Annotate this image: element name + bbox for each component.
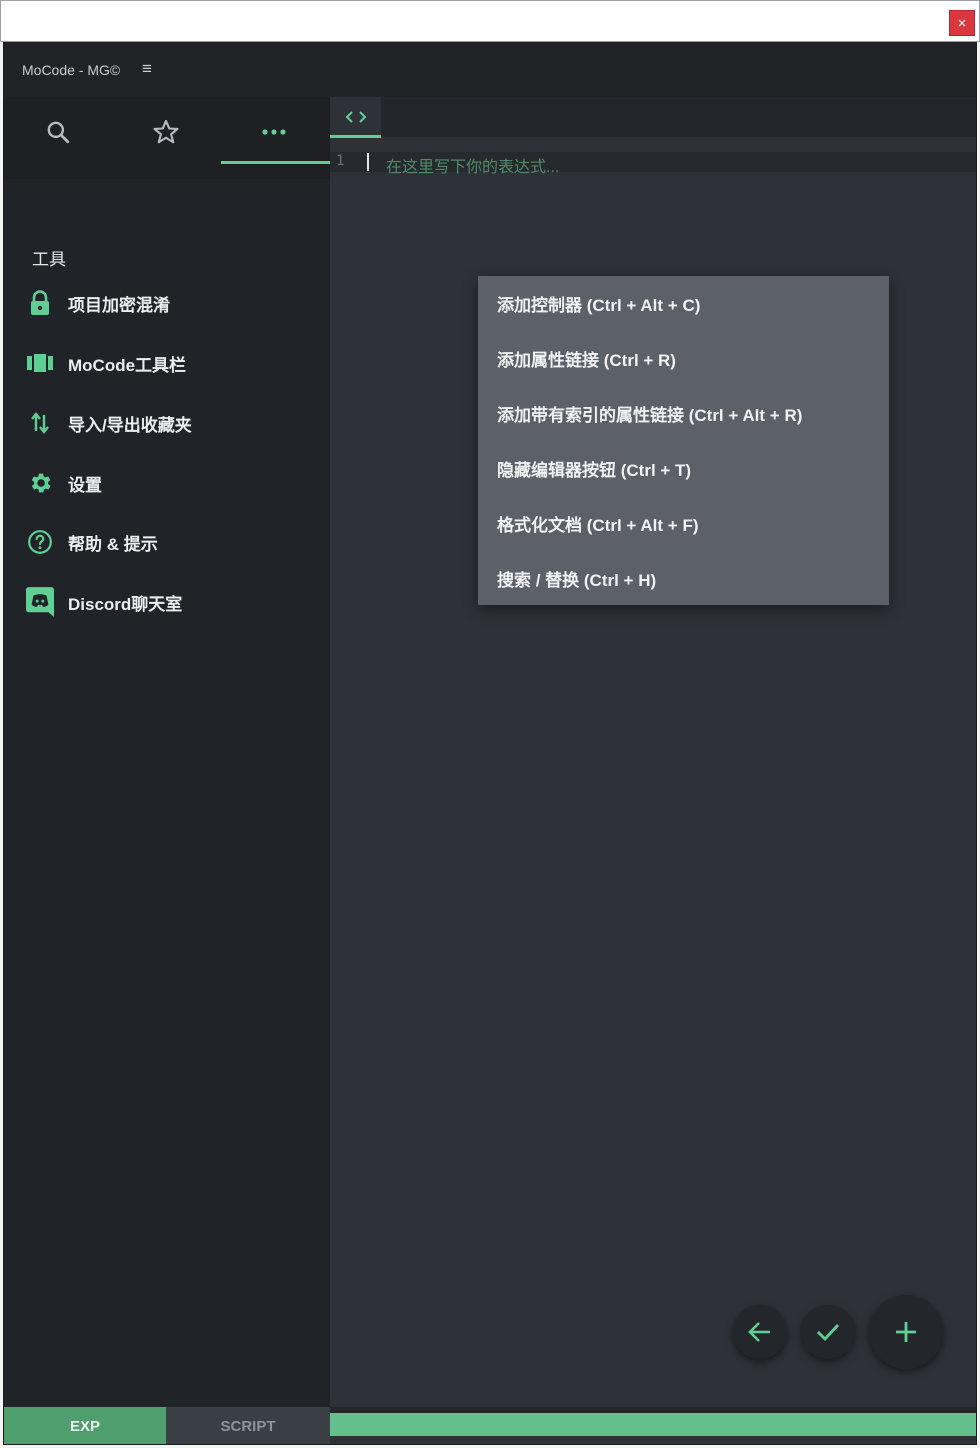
lock-icon bbox=[26, 289, 54, 317]
tab-more[interactable] bbox=[220, 97, 328, 167]
sidebar-item-help[interactable]: 帮助 & 提示 bbox=[4, 515, 330, 569]
sidebar-item-discord[interactable]: Discord聊天室 bbox=[4, 575, 330, 629]
sidebar-tabs bbox=[4, 97, 330, 179]
more-horizontal-icon bbox=[262, 129, 286, 135]
add-button[interactable] bbox=[869, 1295, 943, 1369]
check-icon bbox=[817, 1324, 840, 1342]
sidebar-item-settings[interactable]: 设置 bbox=[4, 456, 330, 510]
window-close-button[interactable]: × bbox=[949, 10, 975, 36]
import-export-icon bbox=[26, 409, 54, 437]
apply-button[interactable] bbox=[801, 1305, 855, 1359]
back-button[interactable] bbox=[733, 1305, 787, 1359]
sidebar-item-label: 导入/导出收藏夹 bbox=[68, 415, 192, 435]
menu-item-hide-editor-buttons[interactable]: 隐藏编辑器按钮 (Ctrl + T) bbox=[478, 441, 889, 496]
sidebar-item-label: 帮助 & 提示 bbox=[68, 534, 158, 554]
menu-item-add-indexed-property-link[interactable]: 添加带有索引的属性链接 (Ctrl + Alt + R) bbox=[478, 386, 889, 441]
help-icon bbox=[26, 528, 54, 556]
sidebar-item-import-export[interactable]: 导入/导出收藏夹 bbox=[4, 396, 330, 450]
app-window: MoCode - MG© ≡ 工具 项目加密混淆 MoCode工具栏 导入/导出… bbox=[3, 42, 977, 1445]
sidebar-item-obfuscate[interactable]: 项目加密混淆 bbox=[4, 276, 330, 330]
menu-item-format-document[interactable]: 格式化文档 (Ctrl + Alt + F) bbox=[478, 496, 889, 551]
gear-icon bbox=[26, 469, 54, 497]
hamburger-icon[interactable]: ≡ bbox=[142, 59, 152, 79]
sidebar-item-label: 项目加密混淆 bbox=[68, 295, 170, 315]
window-titlebar: × bbox=[0, 0, 980, 42]
tab-search[interactable] bbox=[4, 97, 112, 167]
code-brackets-icon bbox=[345, 111, 366, 123]
menu-item-search-replace[interactable]: 搜索 / 替换 (Ctrl + H) bbox=[478, 551, 889, 606]
sidebar-item-label: MoCode工具栏 bbox=[68, 355, 187, 375]
tab-favorites[interactable] bbox=[112, 97, 220, 167]
tab-exp[interactable]: EXP bbox=[4, 1407, 166, 1444]
mode-tabs: EXP SCRIPT bbox=[4, 1407, 330, 1444]
editor-tabbar bbox=[330, 97, 976, 138]
app-title: MoCode - MG© bbox=[22, 62, 121, 78]
toolbar-icon bbox=[26, 349, 54, 377]
expression-placeholder: 在这里写下你的表达式... bbox=[386, 159, 560, 176]
line-number: 1 bbox=[336, 153, 345, 169]
menu-item-add-controller[interactable]: 添加控制器 (Ctrl + Alt + C) bbox=[478, 276, 889, 331]
star-icon bbox=[153, 119, 179, 144]
editor-status-bar bbox=[330, 1407, 976, 1436]
search-icon bbox=[47, 121, 70, 144]
expression-input[interactable]: 1 在这里写下你的表达式... bbox=[330, 152, 976, 176]
context-menu: 添加控制器 (Ctrl + Alt + C) 添加属性链接 (Ctrl + R)… bbox=[478, 276, 889, 605]
sidebar-item-label: Discord聊天室 bbox=[68, 594, 183, 614]
discord-icon bbox=[26, 587, 54, 617]
arrow-left-icon bbox=[748, 1322, 770, 1342]
sidebar: 工具 项目加密混淆 MoCode工具栏 导入/导出收藏夹 设置 帮助 & 提示 … bbox=[4, 97, 330, 1444]
menu-item-add-property-link[interactable]: 添加属性链接 (Ctrl + R) bbox=[478, 331, 889, 386]
tab-code[interactable] bbox=[330, 97, 381, 137]
tab-script[interactable]: SCRIPT bbox=[166, 1407, 330, 1444]
sidebar-item-toolbar[interactable]: MoCode工具栏 bbox=[4, 336, 330, 390]
active-tab-indicator bbox=[221, 161, 330, 164]
text-cursor bbox=[367, 153, 369, 171]
sidebar-item-label: 设置 bbox=[68, 475, 102, 495]
app-header: MoCode - MG© ≡ bbox=[4, 43, 976, 97]
tools-heading: 工具 bbox=[32, 250, 66, 269]
active-tab-indicator bbox=[330, 135, 381, 138]
plus-icon bbox=[896, 1322, 916, 1342]
